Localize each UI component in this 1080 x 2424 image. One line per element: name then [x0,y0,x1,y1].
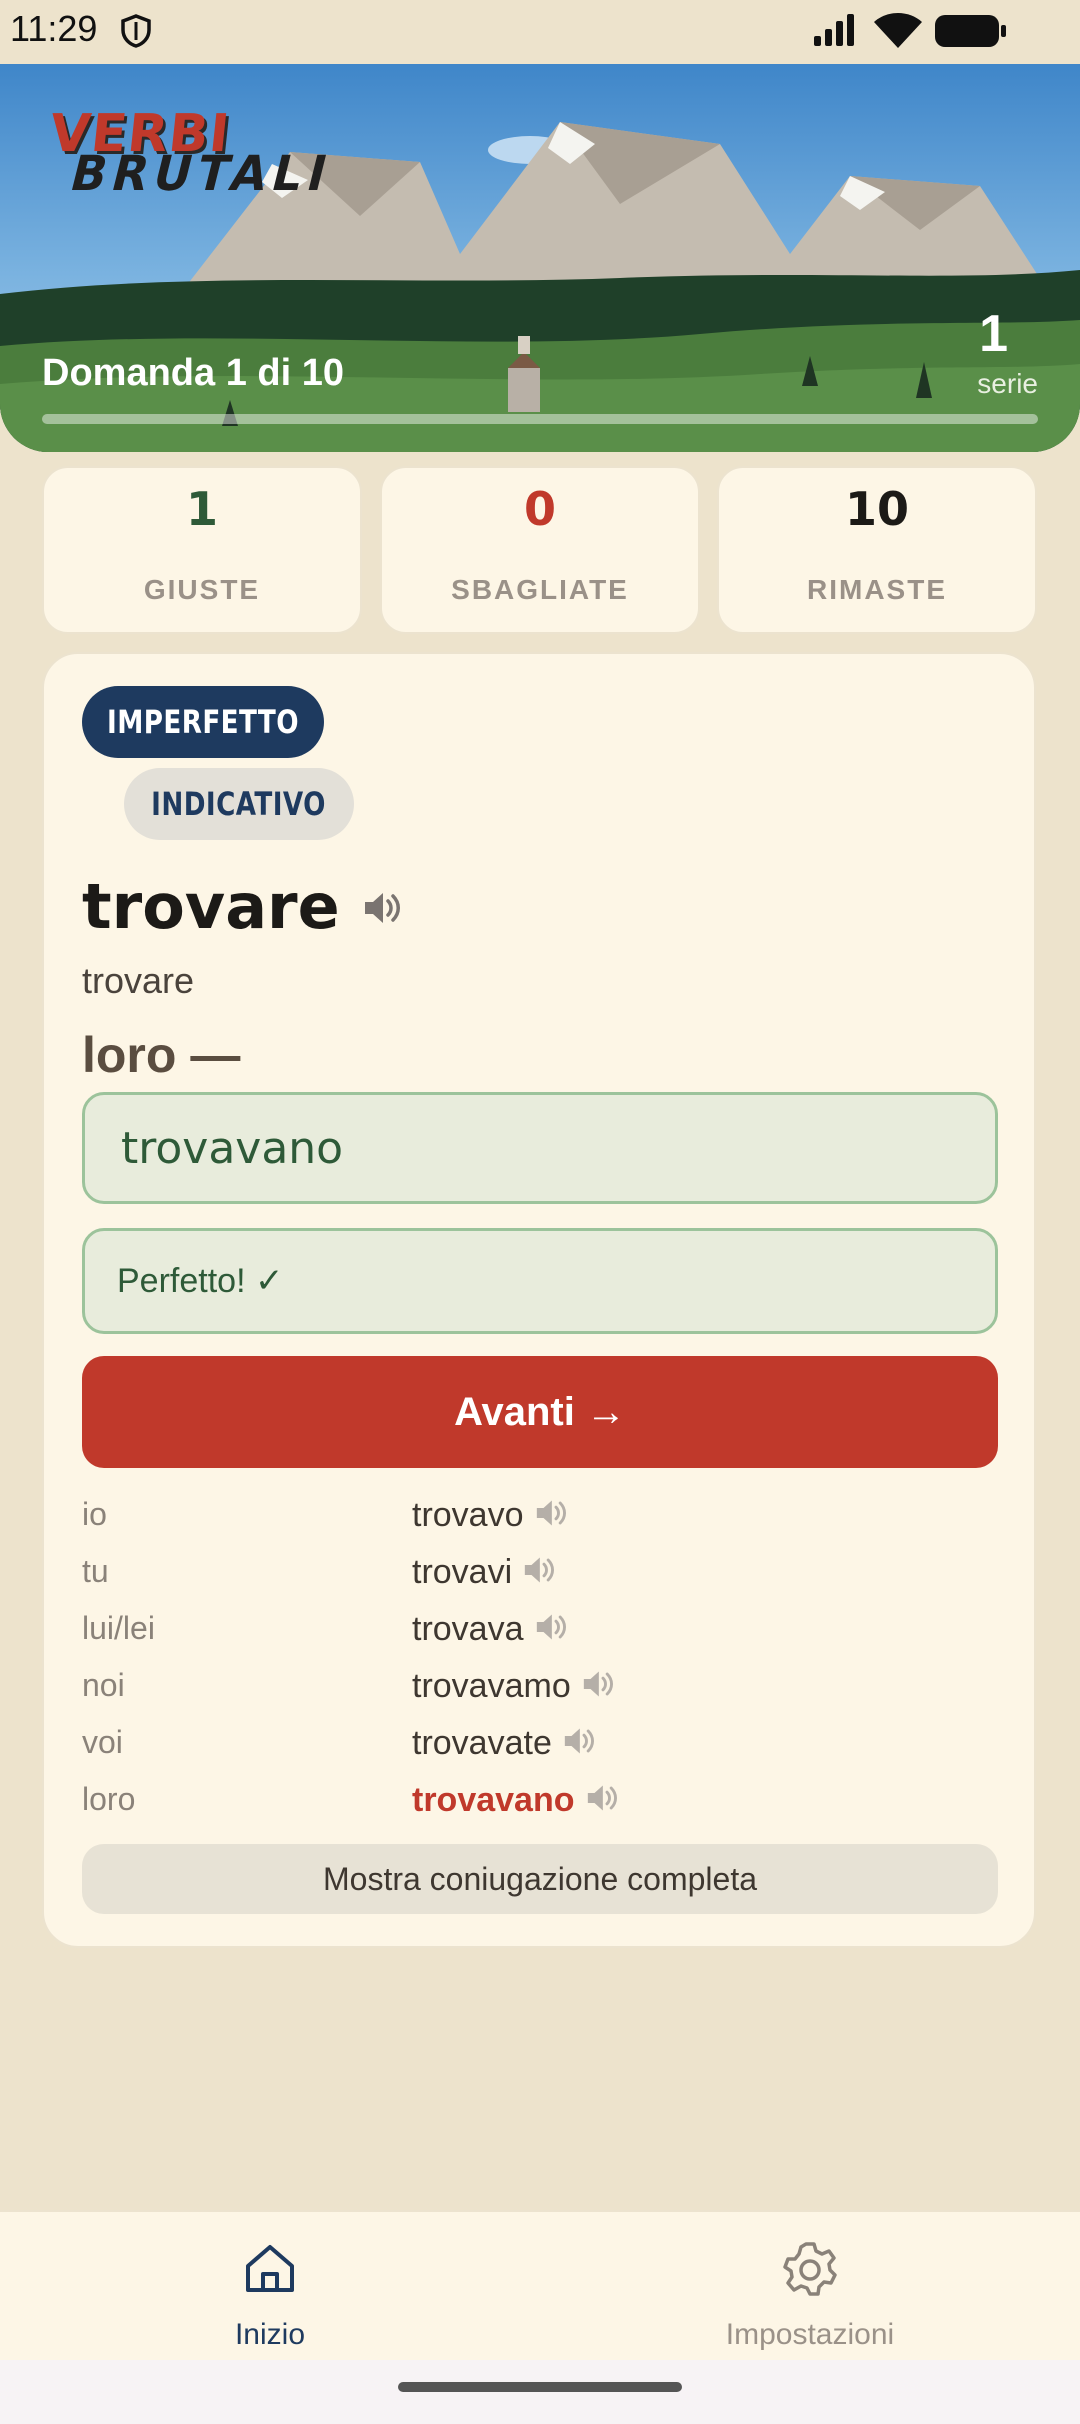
conjugation-form-text: trovavamo [412,1667,571,1705]
stat-wrong-label: SBAGLIATE [451,574,629,605]
conjugation-form: trovavamo [412,1667,615,1708]
conjugation-pronoun: loro [82,1781,136,1817]
conjugation-pronoun: voi [82,1724,123,1760]
app-logo: VERBI BRUTALI [47,104,339,201]
mood-badge-label: INDICATIVO [151,785,327,823]
pronoun-prompt: loro — [82,1027,241,1083]
stat-correct-label: GIUSTE [143,574,261,605]
progress-bar [42,414,1038,424]
conjugation-form-text: trovava [412,1610,524,1648]
bottom-navigation: Inizio Impostazioni [0,2210,1080,2360]
conjugation-pronoun: noi [82,1667,125,1703]
conjugation-row: voi trovavate [82,1716,998,1772]
speaker-icon[interactable] [534,1498,568,1537]
status-bar: 11:29 [0,0,1080,64]
conjugation-row: loro trovavano [82,1773,998,1829]
streak-label: serie [977,368,1038,399]
tense-badge: IMPERFETTO [82,686,324,758]
tense-badge-label: IMPERFETTO [107,703,299,741]
speaker-icon[interactable] [581,1669,615,1708]
home-gesture-bar[interactable] [398,2382,682,2392]
conjugation-row: io trovavo [82,1488,998,1544]
shield-icon [120,14,152,53]
signal-icon [812,12,860,53]
stat-card-correct: 1 GIUSTE [42,466,362,634]
feedback-message: Perfetto! ✓ [82,1228,998,1334]
mood-badge: INDICATIVO [124,768,354,840]
conjugation-form: trovavi [412,1553,556,1594]
stat-remaining-value: 10 [844,482,909,536]
conjugation-form: trovavate [412,1724,596,1765]
conjugation-row: tu trovavi [82,1545,998,1601]
header-banner: VERBI BRUTALI Domanda 1 di 10 1 serie [0,64,1080,452]
conjugation-row: lui/lei trovava [82,1602,998,1658]
streak-count: 1 [979,305,1008,363]
verb-translation: trovare [82,960,195,1001]
nav-label-home: Inizio [234,2318,306,2351]
conjugation-form-text: trovavano [412,1781,575,1819]
stat-card-remaining: 10 RIMASTE [717,466,1037,634]
conjugation-pronoun: io [82,1496,107,1532]
speaker-icon[interactable] [362,890,402,931]
verb-infinitive: trovare [82,870,340,943]
question-card: IMPERFETTO INDICATIVO trovare trovare lo… [42,652,1036,1948]
nav-item-settings[interactable]: Impostazioni [540,2212,1080,2362]
answer-input[interactable] [82,1092,998,1204]
speaker-icon[interactable] [585,1783,619,1822]
stat-wrong-value: 0 [523,482,556,536]
battery-icon [934,14,1008,53]
logo-line-brutali: BRUTALI [64,144,339,202]
conjugation-pronoun: lui/lei [82,1610,155,1646]
speaker-icon[interactable] [562,1726,596,1765]
stat-correct-value: 1 [185,482,218,536]
gesture-area [0,2360,1080,2424]
gear-icon [540,2240,1080,2305]
nav-label-settings: Impostazioni [725,2318,895,2351]
question-counter: Domanda 1 di 10 [42,352,344,394]
conjugation-pronoun: tu [82,1553,109,1589]
show-full-conjugation-button[interactable]: Mostra coniugazione completa [82,1844,998,1914]
stat-card-wrong: 0 SBAGLIATE [380,466,700,634]
nav-item-home[interactable]: Inizio [0,2212,540,2362]
stat-remaining-label: RIMASTE [807,574,947,605]
status-time: 11:29 [10,8,98,49]
conjugation-form-text: trovavate [412,1724,552,1762]
conjugation-form: trovavano [412,1781,619,1822]
next-button[interactable]: Avanti → [82,1356,998,1468]
conjugation-row: noi trovavamo [82,1659,998,1715]
conjugation-form: trovavo [412,1496,568,1537]
conjugation-form-text: trovavi [412,1553,513,1591]
wifi-icon [872,10,924,55]
home-icon [0,2240,540,2301]
conjugation-form: trovava [412,1610,568,1651]
speaker-icon[interactable] [534,1612,568,1651]
conjugation-form-text: trovavo [412,1496,524,1534]
speaker-icon[interactable] [522,1555,556,1594]
